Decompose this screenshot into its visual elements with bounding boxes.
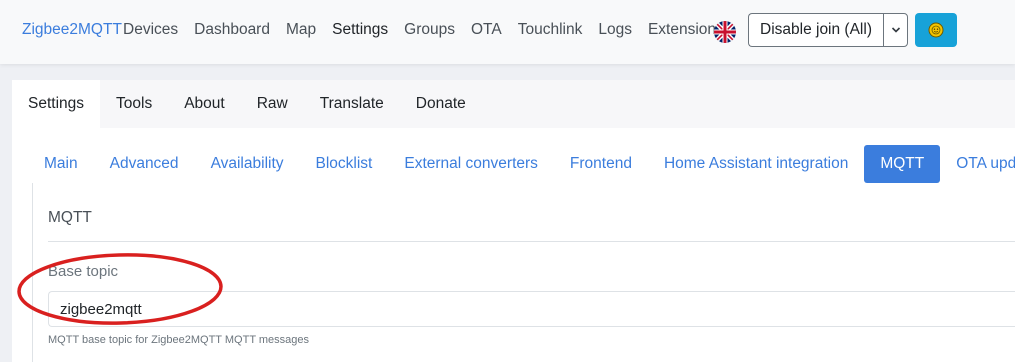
base-topic-label: Base topic — [48, 263, 119, 280]
subtab-external-converters[interactable]: External converters — [388, 145, 554, 183]
subtab-home-assistant[interactable]: Home Assistant integration — [648, 145, 864, 183]
settings-card: Settings Tools About Raw Translate Donat… — [12, 80, 1015, 362]
nav-item-extensions[interactable]: Extensions — [648, 21, 724, 39]
brand-link[interactable]: Zigbee2MQTT — [22, 21, 122, 39]
nav-item-settings[interactable]: Settings — [332, 21, 388, 39]
divider — [48, 241, 1015, 242]
main-nav: Devices Dashboard Map Settings Groups OT… — [123, 21, 740, 39]
permit-join-group: Disable join (All) — [748, 13, 908, 47]
subtab-availability[interactable]: Availability — [195, 145, 300, 183]
tab-settings[interactable]: Settings — [12, 80, 101, 128]
uk-flag-icon[interactable] — [714, 21, 736, 43]
subtab-ota-updates[interactable]: OTA updates — [940, 145, 1015, 183]
tab-about[interactable]: About — [168, 80, 241, 128]
subtab-frontend[interactable]: Frontend — [554, 145, 648, 183]
nav-item-ota[interactable]: OTA — [471, 21, 502, 39]
nav-item-logs[interactable]: Logs — [598, 21, 632, 39]
settings-tabs-bar: Settings Tools About Raw Translate Donat… — [12, 80, 1015, 128]
nav-item-touchlink[interactable]: Touchlink — [518, 21, 583, 39]
nav-item-map[interactable]: Map — [286, 21, 316, 39]
settings-sub-tabs: Main Advanced Availability Blocklist Ext… — [28, 145, 1015, 183]
base-topic-help: MQTT base topic for Zigbee2MQTT MQTT mes… — [48, 334, 310, 346]
nav-item-devices[interactable]: Devices — [123, 21, 178, 39]
mqtt-settings-panel: MQTT Base topic MQTT base topic for Zigb… — [32, 183, 1015, 362]
subtab-advanced[interactable]: Advanced — [94, 145, 195, 183]
chevron-down-icon — [891, 27, 900, 33]
subtab-mqtt[interactable]: MQTT — [864, 145, 941, 183]
tab-tools[interactable]: Tools — [100, 80, 168, 128]
nav-item-dashboard[interactable]: Dashboard — [194, 21, 270, 39]
disable-join-button[interactable]: Disable join (All) — [748, 13, 883, 47]
sun-icon — [928, 22, 944, 38]
theme-toggle-button[interactable] — [915, 13, 957, 47]
subtab-main[interactable]: Main — [28, 145, 94, 183]
nav-item-groups[interactable]: Groups — [404, 21, 455, 39]
top-navbar: Zigbee2MQTT Devices Dashboard Map Settin… — [0, 0, 1015, 64]
tab-donate[interactable]: Donate — [400, 80, 482, 128]
section-legend: MQTT — [48, 209, 92, 226]
tab-raw[interactable]: Raw — [241, 80, 304, 128]
subtab-blocklist[interactable]: Blocklist — [300, 145, 389, 183]
tab-translate[interactable]: Translate — [304, 80, 400, 128]
join-dropdown-toggle[interactable] — [883, 13, 908, 47]
base-topic-input[interactable] — [48, 291, 1015, 327]
